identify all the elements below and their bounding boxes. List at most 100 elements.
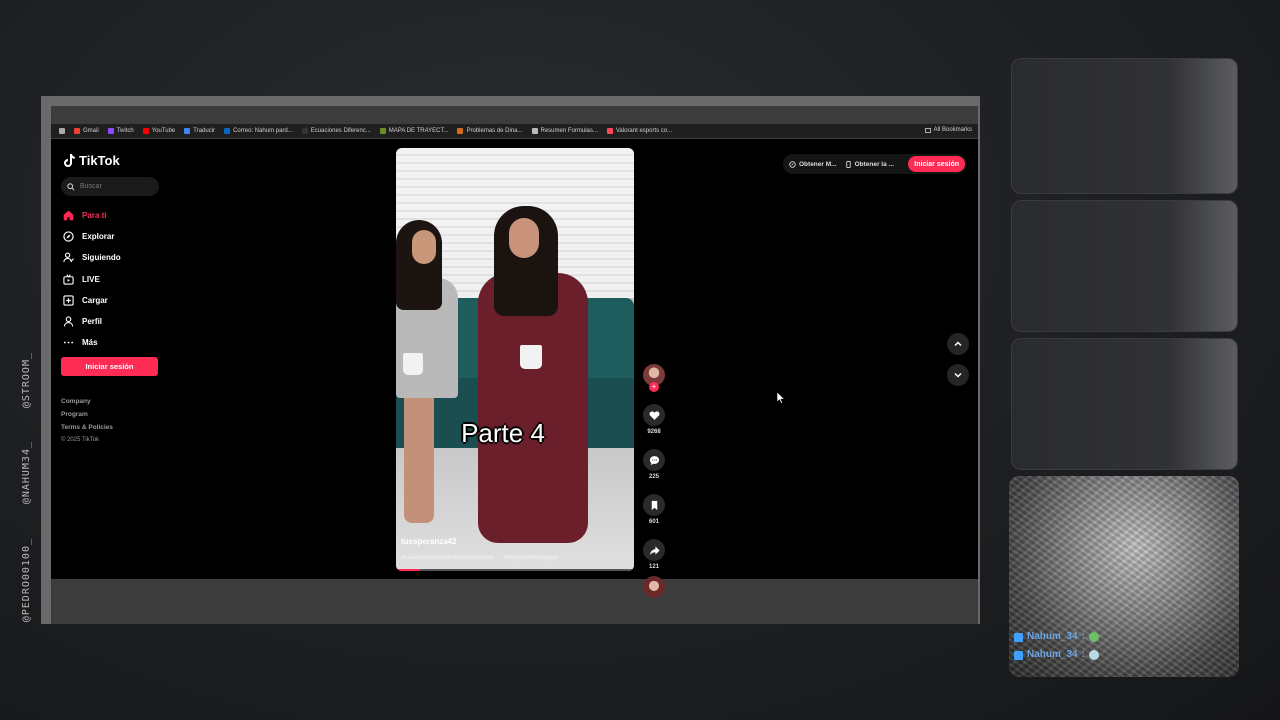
video-actions: + 9268 225 601 121 [641,364,667,598]
music-disc-avatar[interactable] [643,576,665,598]
bookmark-label: Valorant esports co... [615,128,673,134]
video-frame-figure [509,218,539,258]
hashtag-link[interactable]: #casosbasadosenhechosreales [401,554,494,561]
sidebar-login-button[interactable]: Iniciar sesión [61,357,158,376]
chat-username: Nahum_34 [1027,649,1078,660]
twitch-badge-icon [1014,632,1023,642]
nav-item-para-ti[interactable]: Para ti [63,205,121,226]
bookmark-item[interactable]: YouTube [142,128,175,134]
footer-link-program[interactable]: Program [61,409,113,422]
save-button[interactable] [643,494,665,516]
bookmark-item[interactable]: Problemas de Dina... [457,128,523,134]
share-count: 121 [648,564,659,570]
comment-button[interactable] [643,449,665,471]
bookmark-item[interactable]: Ecuaciones Diferenc... [301,128,371,134]
nav-item-mas[interactable]: Más [63,332,121,353]
search-input[interactable] [80,183,150,190]
get-app-button[interactable]: Obtener la ... [845,160,894,168]
nav-item-live[interactable]: LIVE [63,269,121,290]
nav-item-cargar[interactable]: Cargar [63,290,121,311]
previous-video-button[interactable] [947,333,969,355]
search-box[interactable] [61,177,159,196]
nav-label: LIVE [82,274,100,284]
profile-icon [63,316,74,327]
bookmark-item[interactable]: MAPA DE TRAYECT... [379,128,449,134]
chat-separator: : [1081,631,1085,642]
footer-copyright: © 2025 TikTok [61,437,100,444]
bookmark-label: MAPA DE TRAYECT... [388,128,449,134]
bookmark-item[interactable]: Valorant esports co... [606,128,673,134]
bookmark-item[interactable]: Gmail [74,128,99,134]
header-login-button[interactable]: Iniciar sesión [908,156,965,172]
search-icon [67,182,75,191]
video-frame-figure [404,383,434,523]
home-icon [63,210,74,221]
video-frame-cup [403,353,423,375]
bookmark-item[interactable]: Traducir [184,128,215,134]
save-count: 601 [648,519,659,525]
sidebar-footer: Company Program Terms & Policies © 2025 … [61,396,113,447]
video-progress-bar[interactable] [396,569,634,571]
nav-item-perfil[interactable]: Perfil [63,311,121,332]
like-count: 9268 [647,429,661,435]
bookmark-label: Gmail [83,128,99,134]
share-icon [649,545,660,555]
bookmark-item[interactable]: Correo: Nahum pard... [224,128,293,134]
next-video-button[interactable] [947,364,969,386]
chevron-up-icon [954,341,962,347]
nav-label: Cargar [82,295,108,305]
frog-emote-icon [1088,632,1099,642]
handle-text: @NAHUM34_ [20,441,32,505]
all-bookmarks-label: All Bookmarks [933,127,972,133]
get-coins-button[interactable]: Obtener M... [789,161,837,168]
stream-chat: Nahum_34 : Nahum_34 : [1014,628,1099,664]
video-frame-cup [520,345,542,369]
nav-item-siguiendo[interactable]: Siguiendo [63,247,121,268]
bookmark-item[interactable]: Resumen Formulas... [531,128,598,134]
all-bookmarks[interactable]: All Bookmarks [924,127,972,133]
following-icon [63,253,74,263]
like-button[interactable] [643,404,665,426]
creator-avatar[interactable]: + [643,364,665,392]
apps-icon[interactable] [59,128,65,134]
get-coins-label: Obtener M... [799,160,837,168]
heart-icon [649,410,659,420]
chat-message: Nahum_34 : [1014,646,1099,664]
hashtag-link[interactable]: #foryoutiktokpage [504,554,558,561]
mouse-cursor-icon [777,392,785,404]
follow-plus-icon[interactable]: + [649,382,659,392]
video-caption-overlay: Parte 4 [461,418,545,448]
video-info: tuesperanza42 #casosbasadosenhechosreale… [401,537,629,561]
compass-icon [63,231,74,242]
video-player[interactable]: Parte 4 tuesperanza42 #casosbasadosenhec… [396,148,634,571]
footer-link-terms[interactable]: Terms & Policies [61,422,113,435]
tiktok-note-icon [64,154,75,167]
twitch-badge-icon [1014,650,1023,660]
overlay-panel [1011,338,1238,470]
bookmark-icon [651,500,657,510]
bookmark-item[interactable]: Twitch [107,128,134,134]
comment-count: 225 [648,474,659,480]
nav-item-explorar[interactable]: Explorar [63,226,121,247]
video-frame-figure [412,230,436,264]
tiktok-logo[interactable]: TikTok [63,153,120,168]
bookmark-label: Correo: Nahum pard... [233,128,293,134]
handle-text: @PEDRO00100_ [20,537,32,622]
top-actions-bar: Obtener M... Obtener la ... Iniciar sesi… [783,154,967,174]
live-icon [63,274,74,285]
chat-separator: : [1081,649,1085,660]
video-hashtags: #casosbasadosenhechosreales #foryoutikto… [401,554,629,561]
share-button[interactable] [643,539,665,561]
footer-link-company[interactable]: Company [61,396,113,409]
bot-emote-icon [1088,650,1099,660]
nav-label: Siguiendo [82,253,121,263]
bookmarks-bar: Gmail Twitch YouTube Traducir Correo: Na… [51,124,978,138]
bookmark-label: Ecuaciones Diferenc... [310,128,371,134]
upload-icon [63,295,74,306]
video-username[interactable]: tuesperanza42 [401,537,629,546]
streamer-handles: @PEDRO00100_ @NAHUM34_ @STROOM_ [14,352,38,622]
overlay-panel [1011,200,1238,332]
bookmark-label: Problemas de Dina... [466,128,523,134]
chat-message: Nahum_34 : [1014,628,1099,646]
video-progress-fill [396,569,420,571]
